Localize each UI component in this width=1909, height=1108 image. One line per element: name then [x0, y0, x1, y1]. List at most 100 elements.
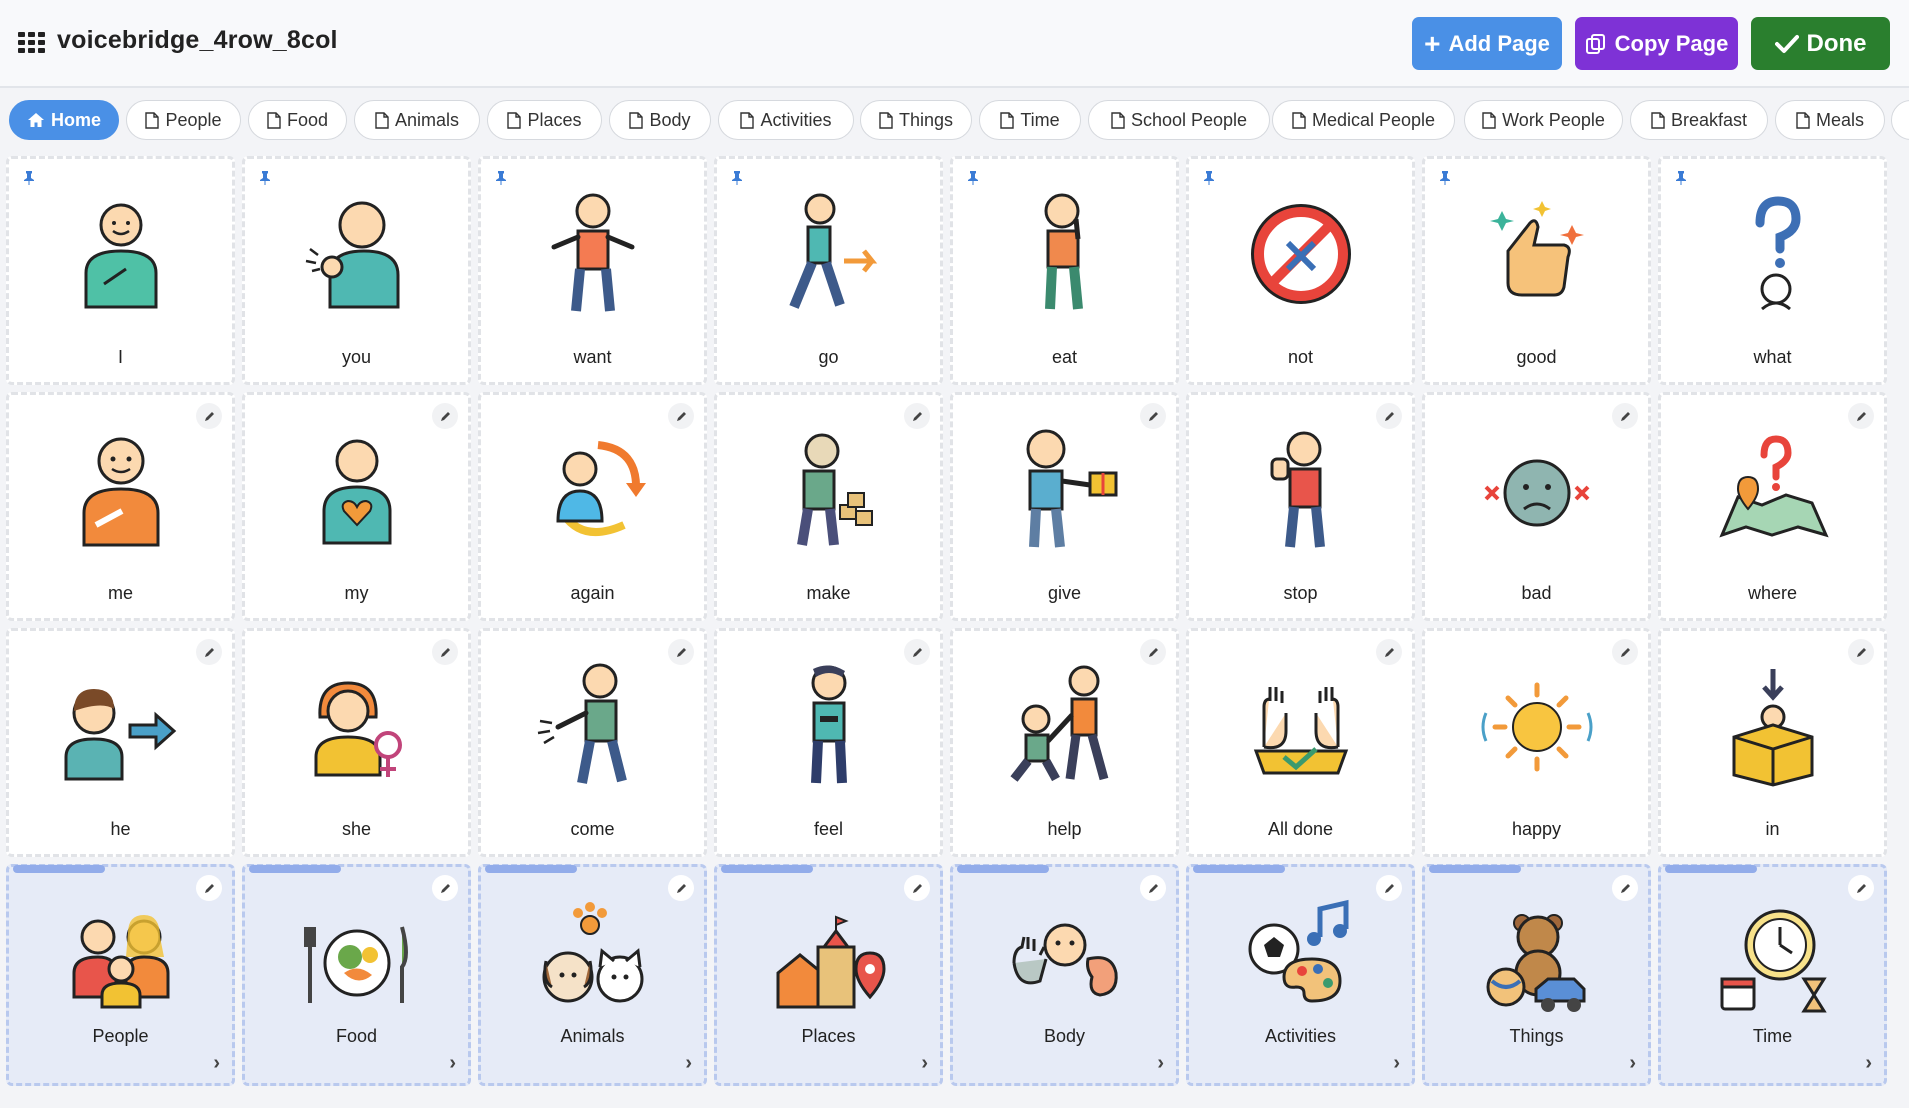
edit-pencil-icon[interactable] — [1140, 875, 1166, 901]
chevron-right-icon: › — [213, 1052, 220, 1074]
tab-body[interactable]: Body — [609, 100, 711, 140]
tab-school-people[interactable]: School People — [1088, 100, 1270, 140]
face-hand-foot-icon — [1012, 923, 1118, 997]
plus-icon: + — [1424, 27, 1441, 59]
edit-pencil-icon[interactable] — [904, 875, 930, 901]
tab-people[interactable]: People — [126, 100, 241, 140]
symbol-button-come[interactable]: come — [478, 628, 707, 857]
tab-overflow[interactable] — [1891, 100, 1909, 140]
folder-button-time[interactable]: Time › — [1658, 864, 1887, 1086]
tab-breakfast[interactable]: Breakfast — [1630, 100, 1768, 140]
folder-button-things[interactable]: Things › — [1422, 864, 1651, 1086]
edit-pencil-icon[interactable] — [1376, 875, 1402, 901]
edit-pencil-icon[interactable] — [1848, 875, 1874, 901]
symbol-button-go[interactable]: go — [714, 156, 943, 385]
add-page-button[interactable]: + Add Page — [1412, 17, 1562, 70]
prohibited-icon — [1250, 204, 1351, 304]
symbol-button-feel[interactable]: feel — [714, 628, 943, 857]
symbol-button-help[interactable]: help — [950, 628, 1179, 857]
edit-pencil-icon[interactable] — [1612, 875, 1638, 901]
edit-pencil-icon[interactable] — [904, 403, 930, 429]
symbol-button-you[interactable]: you — [242, 156, 471, 385]
edit-pencil-icon[interactable] — [668, 403, 694, 429]
symbol-button-in[interactable]: in — [1658, 628, 1887, 857]
symbol-label: you — [341, 347, 372, 367]
edit-pencil-icon[interactable] — [196, 875, 222, 901]
edit-pencil-icon[interactable] — [668, 639, 694, 665]
symbol-button-me[interactable]: me — [6, 392, 235, 621]
symbol-button-happy[interactable]: happy — [1422, 628, 1651, 857]
edit-pencil-icon[interactable] — [1376, 403, 1402, 429]
symbol-button-good[interactable]: good — [1422, 156, 1651, 385]
symbol-label: what — [1753, 347, 1792, 367]
edit-pencil-icon[interactable] — [1612, 639, 1638, 665]
folder-tab — [13, 865, 105, 873]
edit-pencil-icon[interactable] — [1612, 403, 1638, 429]
folder-button-body[interactable]: Body › — [950, 864, 1179, 1086]
person-in-box-icon — [1732, 669, 1813, 787]
symbol-button-all-done[interactable]: All done — [1186, 628, 1415, 857]
question-person-icon — [1755, 196, 1801, 311]
symbol-label: feel — [813, 819, 844, 839]
symbol-button-not[interactable]: not — [1186, 156, 1415, 385]
symbol-button-where[interactable]: where — [1658, 392, 1887, 621]
folder-button-people[interactable]: People › — [6, 864, 235, 1086]
edit-pencil-icon[interactable] — [196, 403, 222, 429]
done-button[interactable]: Done — [1751, 17, 1890, 70]
symbol-button-she[interactable]: she — [242, 628, 471, 857]
folder-button-animals[interactable]: Animals › — [478, 864, 707, 1086]
edit-pencil-icon[interactable] — [432, 639, 458, 665]
symbol-button-what[interactable]: what — [1658, 156, 1887, 385]
symbol-button-want[interactable]: want — [478, 156, 707, 385]
symbol-label: eat — [1051, 347, 1078, 367]
tab-animals[interactable]: Animals — [354, 100, 480, 140]
edit-pencil-icon[interactable] — [196, 639, 222, 665]
people-helping-icon — [1009, 665, 1108, 782]
tab-meals[interactable]: Meals — [1775, 100, 1885, 140]
symbol-label: where — [1747, 583, 1798, 603]
tab-label: People — [165, 109, 222, 130]
tab-home[interactable]: Home — [9, 100, 119, 140]
symbol-button-bad[interactable]: bad — [1422, 392, 1651, 621]
symbol-button-make[interactable]: make — [714, 392, 943, 621]
edit-pencil-icon[interactable] — [432, 875, 458, 901]
edit-pencil-icon[interactable] — [668, 875, 694, 901]
page-icon — [267, 111, 281, 129]
symbol-button-again[interactable]: again — [478, 392, 707, 621]
person-hand-on-heart-icon — [322, 439, 391, 545]
symbol-label: my — [344, 583, 369, 603]
tab-places[interactable]: Places — [487, 100, 602, 140]
tab-food[interactable]: Food — [248, 100, 347, 140]
page-icon — [1292, 111, 1306, 129]
chevron-right-icon: › — [449, 1052, 456, 1074]
edit-pencil-icon[interactable] — [1376, 639, 1402, 665]
edit-pencil-icon[interactable] — [1848, 403, 1874, 429]
sun-icon — [1481, 682, 1592, 772]
symbol-button-eat[interactable]: eat — [950, 156, 1179, 385]
page-icon — [1111, 111, 1125, 129]
tab-activities[interactable]: Activities — [718, 100, 854, 140]
edit-pencil-icon[interactable] — [904, 639, 930, 665]
edit-pencil-icon[interactable] — [1140, 639, 1166, 665]
symbol-button-he[interactable]: he — [6, 628, 235, 857]
symbol-button-stop[interactable]: stop — [1186, 392, 1415, 621]
pin-icon — [1440, 171, 1450, 185]
folder-button-food[interactable]: Food › — [242, 864, 471, 1086]
tab-time[interactable]: Time — [979, 100, 1081, 140]
girl-female-symbol-icon — [314, 681, 402, 777]
copy-page-button[interactable]: Copy Page — [1575, 17, 1738, 70]
edit-pencil-icon[interactable] — [1848, 639, 1874, 665]
tab-things[interactable]: Things — [860, 100, 972, 140]
tab-work-people[interactable]: Work People — [1464, 100, 1623, 140]
folder-button-activities[interactable]: Activities › — [1186, 864, 1415, 1086]
symbol-button-i[interactable]: I — [6, 156, 235, 385]
folder-label: Places — [801, 1026, 856, 1046]
edit-pencil-icon[interactable] — [1140, 403, 1166, 429]
edit-pencil-icon[interactable] — [432, 403, 458, 429]
symbol-button-my[interactable]: my — [242, 392, 471, 621]
apps-grid-icon[interactable] — [18, 32, 46, 54]
symbol-button-give[interactable]: give — [950, 392, 1179, 621]
folder-button-places[interactable]: Places › — [714, 864, 943, 1086]
tab-medical-people[interactable]: Medical People — [1272, 100, 1455, 140]
symbol-label: make — [806, 583, 851, 603]
